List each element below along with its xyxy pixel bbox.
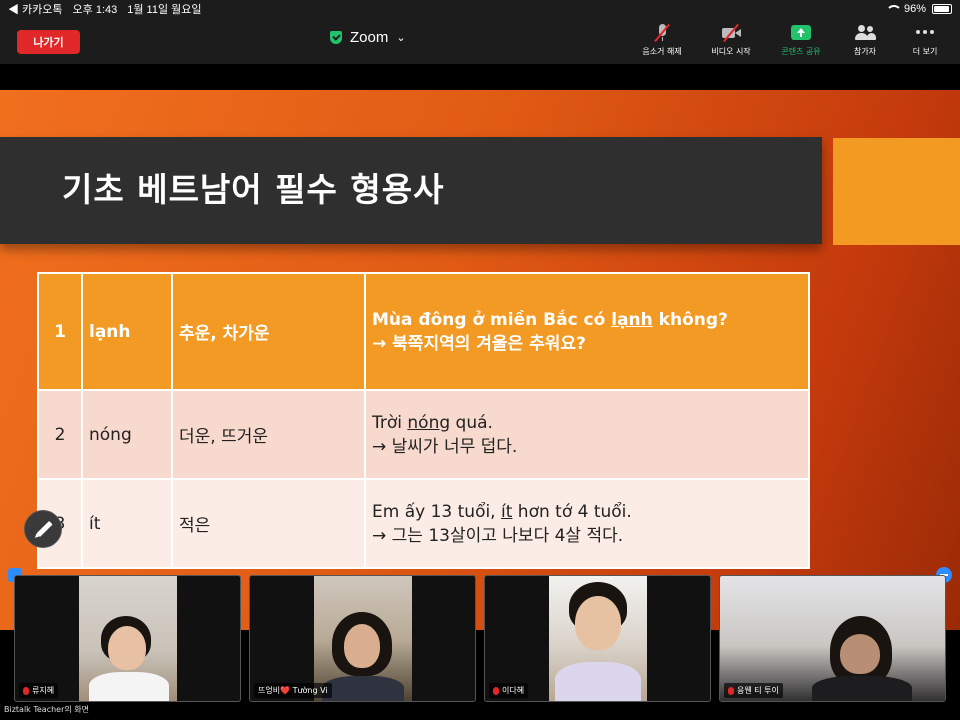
meeting-title-text: Zoom — [350, 29, 389, 46]
meeting-title[interactable]: Zoom ⌄ — [330, 29, 406, 46]
annotate-button[interactable] — [24, 510, 62, 548]
example-cell: Mùa đông ở miền Bắc có lạnh không? → 북쪽지… — [364, 272, 810, 391]
slide-title: 기초 베트남어 필수 형용사 — [62, 170, 445, 209]
vocab-table: 1 lạnh 추운, 차가운 Mùa đông ở miền Bắc có lạ… — [37, 272, 810, 569]
korean-meaning: 적은 — [171, 478, 366, 569]
battery-percent: 96% — [903, 3, 926, 15]
mic-muted-icon — [493, 686, 499, 695]
vietnamese-word: nóng — [81, 389, 173, 480]
vietnamese-word: lạnh — [81, 272, 173, 391]
unmute-button[interactable]: 음소거 해제 — [629, 23, 695, 57]
chevron-down-icon: ⌄ — [396, 32, 406, 44]
example-translation: → 날씨가 너무 덥다. — [372, 436, 518, 457]
start-video-button[interactable]: 비디오 시작 — [698, 23, 764, 57]
battery-icon — [932, 4, 952, 14]
participant-video[interactable]: 뜨엉비❤️ Tường Vi — [249, 575, 476, 702]
status-time: 오후 1:43 — [72, 4, 118, 16]
status-date: 1월 11일 월요일 — [127, 4, 202, 16]
table-row: 2 nóng 더운, 뜨거운 Trời nóng quá. → 날씨가 너무 덥… — [37, 389, 810, 480]
example-cell: Trời nóng quá. → 날씨가 너무 덥다. — [364, 389, 810, 480]
participants-label: 참가자 — [853, 47, 877, 56]
vietnamese-word: ít — [81, 478, 173, 569]
back-to-app-link[interactable]: ◀ 카카오톡 — [8, 1, 63, 17]
table-row: 1 lạnh 추운, 차가운 Mùa đông ở miền Bắc có lạ… — [37, 272, 810, 391]
example-translation: → 북쪽지역의 겨울은 추워요? — [372, 333, 586, 354]
share-content-button[interactable]: 콘텐츠 공유 — [768, 24, 834, 57]
start-video-label: 비디오 시작 — [711, 47, 751, 56]
mic-muted-icon — [23, 686, 29, 695]
mic-muted-icon — [728, 686, 734, 695]
row-number: 2 — [37, 389, 83, 480]
example-sentence: Em ấy 13 tuổi, ít hơn tớ 4 tuổi. — [372, 501, 632, 522]
participants-icon — [854, 24, 876, 42]
more-label: 더 보기 — [912, 47, 938, 56]
wifi-icon — [885, 4, 902, 14]
slide-accent-box — [833, 138, 960, 245]
example-sentence: Trời nóng quá. — [372, 412, 493, 433]
example-cell: Em ấy 13 tuổi, ít hơn tớ 4 tuổi. → 그는 13… — [364, 478, 810, 569]
participant-name-tag: 응웬 티 투이 — [724, 683, 783, 698]
screen-share-caption: Biztalk Teacher의 화면 — [4, 705, 90, 714]
leave-button[interactable]: 나가기 — [17, 30, 80, 54]
example-translation: → 그는 13살이고 나보다 4살 적다. — [372, 525, 624, 546]
more-button[interactable]: 더 보기 — [892, 24, 958, 57]
participant-name-tag: 류지혜 — [19, 683, 59, 698]
participant-camera — [549, 576, 647, 701]
participant-name-tag: 이다혜 — [489, 683, 529, 698]
row-number: 1 — [37, 272, 83, 391]
unmute-label: 음소거 해제 — [642, 47, 682, 56]
example-sentence: Mùa đông ở miền Bắc có lạnh không? — [372, 309, 728, 330]
shared-slide: 기초 베트남어 필수 형용사 1 lạnh 추운, 차가운 Mùa đông ở… — [0, 90, 960, 630]
participant-video[interactable]: 류지혜 — [14, 575, 241, 702]
shield-check-icon — [330, 31, 342, 44]
video-off-icon — [720, 23, 742, 43]
meeting-toolbar: 나가기 Zoom ⌄ 음소거 해제 비디오 시작 콘텐츠 공유 참가자 더 보기 — [0, 18, 960, 64]
more-dots-icon — [914, 24, 936, 42]
korean-meaning: 추운, 차가운 — [171, 272, 366, 391]
mic-muted-icon — [651, 23, 673, 43]
participant-video[interactable]: 응웬 티 투이 — [719, 575, 946, 702]
share-screen-icon — [790, 24, 812, 42]
korean-meaning: 더운, 뜨거운 — [171, 389, 366, 480]
participant-video[interactable]: 이다혜 — [484, 575, 711, 702]
participant-name-tag: 뜨엉비❤️ Tường Vi — [254, 683, 332, 698]
share-content-label: 콘텐츠 공유 — [781, 47, 821, 56]
participants-button[interactable]: 참가자 — [832, 24, 898, 57]
participant-camera — [79, 576, 177, 701]
table-row: 3 ít 적은 Em ấy 13 tuổi, ít hơn tớ 4 tuổi.… — [37, 478, 810, 569]
pencil-icon — [36, 520, 53, 538]
slide-title-bar: 기초 베트남어 필수 형용사 — [0, 137, 822, 244]
status-bar: ◀ 카카오톡 오후 1:43 1월 11일 월요일 96% — [0, 0, 960, 18]
